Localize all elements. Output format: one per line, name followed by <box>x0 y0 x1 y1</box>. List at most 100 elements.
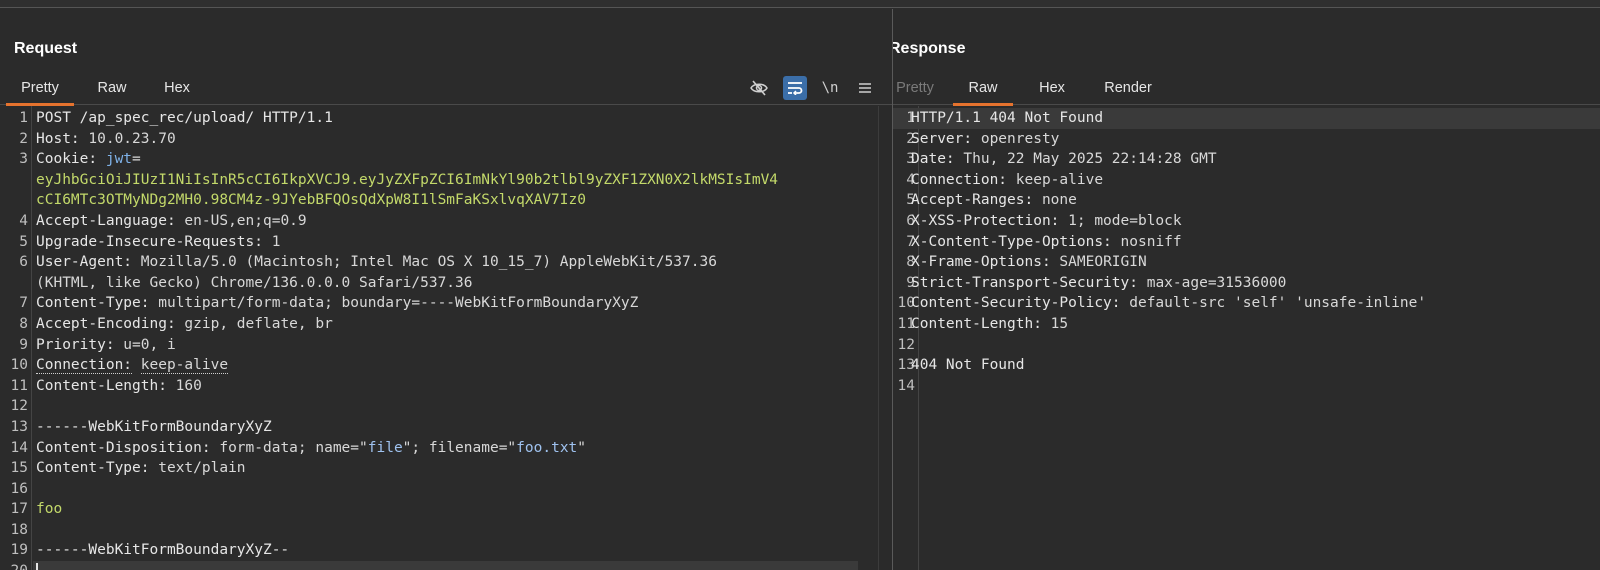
header-value: openresty <box>972 130 1060 147</box>
header-name: Content-Length: <box>36 377 167 394</box>
code-line: 2 Host: 10.0.23.70 <box>0 129 892 150</box>
code-line: 12 <box>893 335 1600 356</box>
header-name: Upgrade-Insecure-Requests: <box>36 233 263 250</box>
header-value: Mozilla/5.0 (Macintosh; Intel Mac OS X 1… <box>132 254 717 271</box>
header-name: Server: <box>911 130 973 147</box>
response-code: 1 HTTP/1.1 404 Not Found 2 Server: openres… <box>893 108 1600 396</box>
line-number: 18 <box>10 521 28 538</box>
tab-raw[interactable]: Raw <box>86 71 138 105</box>
header-name: X-Frame-Options: <box>911 254 1051 271</box>
cookie-name: jwt <box>97 151 133 168</box>
header-value: text/plain <box>149 460 246 477</box>
request-scrollbar[interactable] <box>878 106 892 570</box>
response-title: Response <box>893 40 966 57</box>
tab-raw[interactable]: Raw <box>953 71 1013 106</box>
code-line: 3 Cookie: jwt= <box>0 149 892 170</box>
response-tabs: Pretty Raw Hex Render <box>893 71 1600 106</box>
header-name: X-Content-Type-Options: <box>911 233 1112 250</box>
header-value: keep-alive <box>1007 171 1104 188</box>
boundary-end-line: ------WebKitFormBoundaryXyZ-- <box>36 542 290 559</box>
jwt-value: cCI6MTc3OTMyNDg2MH0.98CM4z-9JYebBFQOsQdX… <box>36 192 586 209</box>
code-line-wrap: eyJhbGciOiJIUzI1NiIsInR5cCI6IkpXVCJ9.eyJ… <box>0 170 892 191</box>
quoted-value: foo.txt <box>516 439 578 456</box>
header-value: " <box>577 439 587 456</box>
newline-toggle-button[interactable]: \n <box>818 76 842 100</box>
code-line: 1 POST /ap_spec_rec/upload/ HTTP/1.1 <box>0 108 892 129</box>
header-value: u=0, i <box>114 336 176 353</box>
tab-pretty[interactable]: Pretty <box>6 71 74 106</box>
code-line: 18 <box>0 520 892 541</box>
request-editor[interactable]: 1 POST /ap_spec_rec/upload/ HTTP/1.1 2 Hos… <box>0 106 892 570</box>
code-line-wrap: (KHTML, like Gecko) Chrome/136.0.0.0 Saf… <box>0 273 892 294</box>
header-name: Date: <box>911 151 955 168</box>
request-title: Request <box>14 40 78 57</box>
header-name: Priority: <box>36 336 115 353</box>
header-name: User-Agent: <box>36 254 133 271</box>
eye-slash-icon[interactable] <box>747 76 771 100</box>
code-line: 15 Content-Type: text/plain <box>0 458 892 479</box>
cookie-equals: = <box>132 151 141 168</box>
code-line: 10 Content-Security-Policy: default-src '… <box>893 293 1600 314</box>
line-number: 12 <box>10 398 28 415</box>
code-line: 7 Content-Type: multipart/form-data; boun… <box>0 293 892 314</box>
line-number: 5 <box>19 233 28 250</box>
header-value: form-data; name=" <box>210 439 368 456</box>
header-value: 1 <box>262 233 281 250</box>
line-number: 15 <box>10 460 28 477</box>
line-number: 1 <box>19 110 28 126</box>
code-line-current: 20 <box>0 561 892 570</box>
line-number: 7 <box>19 295 28 312</box>
response-pane: Response Pretty Raw Hex Render 1 HTTP/1.1… <box>893 9 1600 570</box>
line-number: 17 <box>10 501 28 518</box>
line-number: 19 <box>10 542 28 559</box>
tab-hex[interactable]: Hex <box>152 71 202 105</box>
header-value: 10.0.23.70 <box>79 130 176 147</box>
code-line: 11 Content-Length: 160 <box>0 376 892 397</box>
header-value: (KHTML, like Gecko) Chrome/136.0.0.0 Saf… <box>36 274 473 291</box>
header-value: multipart/form-data; boundary=----WebKit… <box>149 295 639 312</box>
header-name: Accept-Language: <box>36 212 176 229</box>
line-number: 20 <box>0 561 28 570</box>
header-name: Accept-Ranges: <box>911 192 1034 209</box>
response-editor[interactable]: 1 HTTP/1.1 404 Not Found 2 Server: openres… <box>893 106 1600 570</box>
line-number: 13 <box>10 418 28 435</box>
header-name: Connection: <box>911 171 1008 188</box>
quoted-value: file <box>367 439 403 456</box>
request-pane: Request Pretty Raw Hex \n 1 POST /ap_spec… <box>0 9 892 570</box>
tab-render[interactable]: Render <box>1093 71 1163 105</box>
code-line: 4 Connection: keep-alive <box>893 170 1600 191</box>
boundary-line: ------WebKitFormBoundaryXyZ <box>36 418 272 435</box>
header-name: Connection: <box>36 357 133 375</box>
code-line: 1 HTTP/1.1 404 Not Found <box>893 108 1600 129</box>
status-line: HTTP/1.1 404 Not Found <box>911 110 1104 126</box>
header-value: nosniff <box>1111 233 1182 250</box>
header-name: Cookie: <box>36 151 98 168</box>
header-name: X-XSS-Protection: <box>911 212 1060 229</box>
code-line: 7 X-Content-Type-Options: nosniff <box>893 232 1600 253</box>
code-line: 8 Accept-Encoding: gzip, deflate, br <box>0 314 892 335</box>
line-number: 10 <box>10 357 28 374</box>
header-value: keep-alive <box>140 357 229 375</box>
line-number: 14 <box>897 377 915 394</box>
code-line: 8 X-Frame-Options: SAMEORIGIN <box>893 252 1600 273</box>
current-line-highlight <box>33 561 858 570</box>
hamburger-menu-icon[interactable] <box>853 76 877 100</box>
word-wrap-icon[interactable] <box>783 76 807 100</box>
tab-hex[interactable]: Hex <box>1027 71 1077 105</box>
header-value: "; filename=" <box>402 439 517 456</box>
code-line: 14 Content-Disposition: form-data; name="… <box>0 438 892 459</box>
tab-pretty: Pretty <box>896 80 934 96</box>
line-number: 14 <box>10 439 28 456</box>
code-line: 10 Connection: keep-alive <box>0 355 892 376</box>
header-name: Strict-Transport-Security: <box>911 274 1138 291</box>
jwt-value: eyJhbGciOiJIUzI1NiIsInR5cCI6IkpXVCJ9.eyJ… <box>36 171 779 188</box>
header-name: Content-Disposition: <box>36 439 211 456</box>
code-line: 13 ------WebKitFormBoundaryXyZ <box>0 417 892 438</box>
line-number: 12 <box>897 336 915 353</box>
text-caret <box>36 563 38 570</box>
code-line: 5 Upgrade-Insecure-Requests: 1 <box>0 232 892 253</box>
response-body: 404 Not Found <box>911 357 1025 374</box>
code-line: 13 404 Not Found <box>893 355 1600 376</box>
line-number: 8 <box>19 315 28 332</box>
line-number: 6 <box>19 254 28 271</box>
